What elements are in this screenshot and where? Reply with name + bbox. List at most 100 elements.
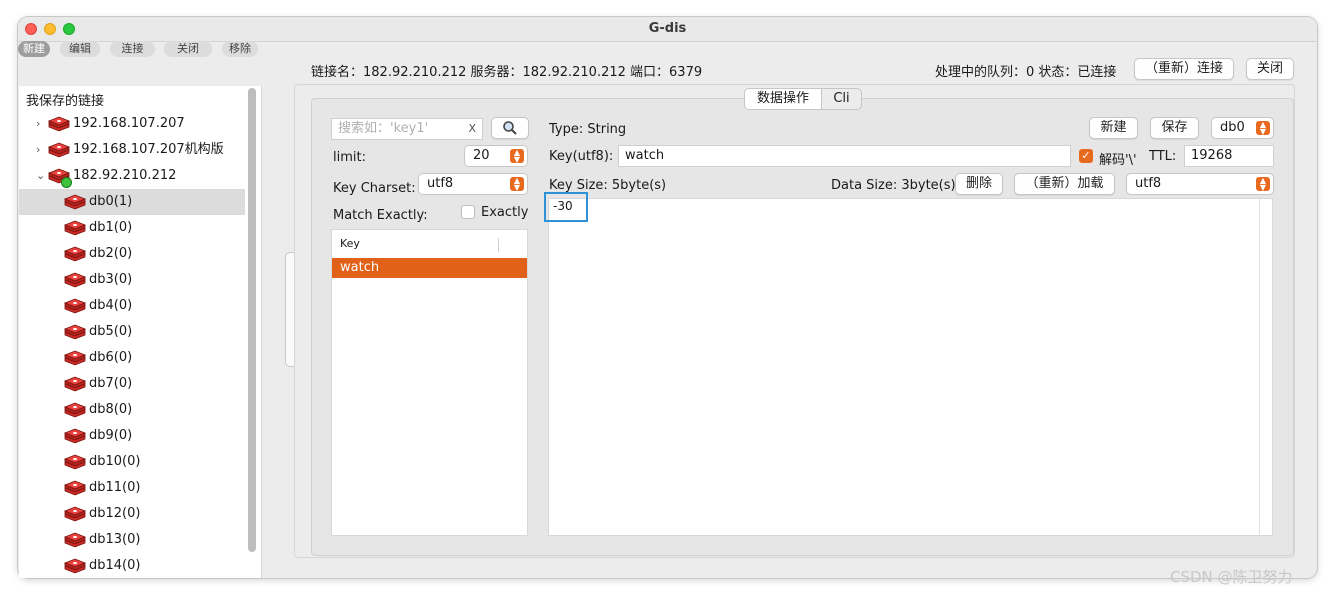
db-item[interactable]: db14(0) <box>19 553 245 578</box>
redis-icon <box>47 142 71 158</box>
db-item[interactable]: db1(0) <box>19 215 245 241</box>
redis-icon <box>63 532 87 548</box>
value-editor[interactable] <box>548 198 1273 536</box>
redis-icon <box>63 272 87 288</box>
db-item[interactable]: db6(0) <box>19 345 245 371</box>
connection-item[interactable]: › 192.168.107.207机构版 <box>19 137 245 163</box>
db-item[interactable]: db4(0) <box>19 293 245 319</box>
exactly-checkbox[interactable] <box>461 205 475 219</box>
reload-button[interactable]: （重新）加载 <box>1014 173 1115 195</box>
db-label: db3(0) <box>89 272 133 287</box>
redis-icon <box>63 402 87 418</box>
value-scrollbar <box>1259 199 1260 535</box>
db-select[interactable]: db0 ▲ ▼ <box>1211 117 1274 139</box>
value-charset-value: utf8 <box>1135 176 1162 191</box>
redis-icon <box>63 220 87 236</box>
key-size: Key Size: 5byte(s) <box>549 178 667 193</box>
connection-item[interactable]: ⌄ 182.92.210.212 <box>19 163 245 189</box>
watermark: CSDN @陈卫努力 <box>1170 568 1293 586</box>
limit-select[interactable]: 20 ▲ ▼ <box>464 145 528 167</box>
db-item[interactable]: db10(0) <box>19 449 245 475</box>
key-label: Key(utf8): <box>549 149 614 164</box>
redis-icon <box>63 454 87 470</box>
new-key-button[interactable]: 新建 <box>1089 117 1138 139</box>
title-bar: G-dis <box>18 17 1317 42</box>
search-placeholder: 搜索如：'key1' <box>338 121 429 136</box>
ttl-label: TTL: <box>1149 149 1177 164</box>
window-title: G-dis <box>648 21 687 36</box>
stepper-icon: ▲ ▼ <box>510 177 524 192</box>
save-button[interactable]: 保存 <box>1150 117 1199 139</box>
db-label: db6(0) <box>89 350 133 365</box>
key-charset-value: utf8 <box>427 176 454 191</box>
redis-icon <box>63 428 87 444</box>
value-type: Type: String <box>549 122 627 137</box>
db-label: db5(0) <box>89 324 133 339</box>
redis-icon <box>63 298 87 314</box>
db-label: db9(0) <box>89 428 133 443</box>
decode-label: 解码'\' <box>1099 153 1137 168</box>
db-item[interactable]: db12(0) <box>19 501 245 527</box>
db-item[interactable]: db9(0) <box>19 423 245 449</box>
close-button[interactable]: 关闭 <box>1246 58 1294 80</box>
tab-data-operations[interactable]: 数据操作 <box>745 89 822 109</box>
db-label: db13(0) <box>89 532 141 547</box>
search-button[interactable] <box>491 117 529 139</box>
match-exactly-label: Match Exactly: <box>333 208 428 223</box>
db-item[interactable]: db13(0) <box>19 527 245 553</box>
db-item[interactable]: db5(0) <box>19 319 245 345</box>
chevron-down-icon[interactable]: ⌄ <box>36 163 45 189</box>
exactly-label: Exactly <box>481 205 529 220</box>
data-size: Data Size: 3byte(s) <box>831 178 956 193</box>
key-list: Key watch <box>331 229 528 536</box>
db-label: db11(0) <box>89 480 141 495</box>
queue-status: 处理中的队列：0 状态：已连接 <box>935 65 1117 80</box>
redis-icon <box>63 480 87 496</box>
connect-button[interactable]: 连接 <box>110 41 155 57</box>
db-item[interactable]: db0(1) <box>19 189 245 215</box>
db-item[interactable]: db7(0) <box>19 371 245 397</box>
tab-cli[interactable]: Cli <box>822 89 861 109</box>
db-item[interactable]: db8(0) <box>19 397 245 423</box>
edit-connection-button[interactable]: 编辑 <box>60 41 100 57</box>
limit-value: 20 <box>473 148 490 163</box>
delete-button[interactable]: 删除 <box>955 173 1003 195</box>
db-label: db10(0) <box>89 454 141 469</box>
saved-connections-header: 我保存的链接 <box>26 94 105 109</box>
reconnect-button[interactable]: （重新）连接 <box>1134 58 1234 80</box>
db-label: db4(0) <box>89 298 133 313</box>
decode-checkbox[interactable]: ✓ <box>1079 149 1093 163</box>
redis-icon <box>63 324 87 340</box>
key-charset-label: Key Charset: <box>333 181 416 196</box>
close-connection-button[interactable]: 关闭 <box>164 41 212 57</box>
db-item[interactable]: db11(0) <box>19 475 245 501</box>
connection-tree: 我保存的链接 › 192.168.107.207 › 192.168.107.207机… <box>19 86 262 578</box>
search-input[interactable]: 搜索如：'key1' X <box>331 118 483 140</box>
chevron-right-icon[interactable]: › <box>36 111 40 137</box>
ttl-field[interactable]: 19268 <box>1184 145 1274 167</box>
mode-tabs: 数据操作 Cli <box>744 88 862 110</box>
value-charset-select[interactable]: utf8 ▲ ▼ <box>1126 173 1274 195</box>
remove-connection-button[interactable]: 移除 <box>222 41 258 57</box>
key-name-field[interactable]: watch <box>618 145 1071 167</box>
redis-icon <box>63 506 87 522</box>
new-connection-button[interactable]: 新建 <box>18 41 50 57</box>
db-label: db8(0) <box>89 402 133 417</box>
db-item[interactable]: db2(0) <box>19 241 245 267</box>
stepper-icon: ▲ ▼ <box>1256 177 1270 192</box>
stepper-icon: ▲ ▼ <box>1256 121 1270 136</box>
connection-label: 182.92.210.212 <box>73 168 177 183</box>
db-label: db0(1) <box>89 194 133 209</box>
clear-search-icon[interactable]: X <box>468 119 476 139</box>
redis-icon <box>63 350 87 366</box>
db-item[interactable]: db3(0) <box>19 267 245 293</box>
tree-scrollbar[interactable] <box>248 88 256 552</box>
key-charset-select[interactable]: utf8 ▲ ▼ <box>418 173 528 195</box>
column-divider <box>498 238 499 252</box>
db-label: db7(0) <box>89 376 133 391</box>
connection-item[interactable]: › 192.168.107.207 <box>19 111 245 137</box>
limit-label: limit: <box>333 150 366 165</box>
value-highlight-box <box>544 192 588 222</box>
chevron-right-icon[interactable]: › <box>36 137 40 163</box>
key-row[interactable]: watch <box>332 258 527 278</box>
